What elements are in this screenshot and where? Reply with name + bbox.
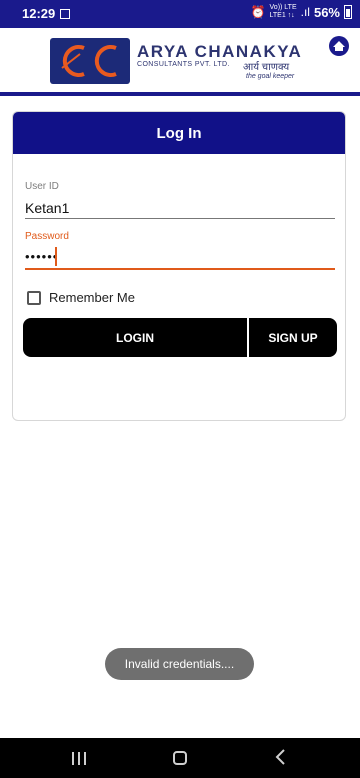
error-toast: Invalid credentials.... bbox=[105, 648, 254, 680]
recents-icon[interactable] bbox=[72, 752, 86, 765]
network-indicator: Vo)) LTE LTE1 ↑↓ bbox=[270, 4, 297, 20]
login-card-title: Log In bbox=[13, 112, 345, 154]
user-id-underline bbox=[25, 218, 335, 219]
back-icon[interactable] bbox=[274, 748, 288, 766]
remember-me-checkbox[interactable] bbox=[27, 290, 41, 305]
brand-subtitle: CONSULTANTS PVT. LTD. bbox=[137, 61, 230, 68]
text-caret bbox=[55, 247, 57, 266]
brand-hindi: आर्य चाणक्य bbox=[243, 62, 290, 73]
battery-percent: 56% bbox=[313, 4, 340, 20]
login-button[interactable]: LOGIN bbox=[23, 318, 247, 357]
battery-icon bbox=[344, 5, 352, 19]
user-id-label: User ID bbox=[25, 181, 59, 192]
home-nav-icon[interactable] bbox=[173, 751, 187, 765]
home-icon[interactable] bbox=[328, 36, 350, 56]
status-bar: 12:29 ⏰ Vo)) LTE LTE1 ↑↓ .ıl 56% bbox=[0, 0, 360, 28]
image-icon bbox=[60, 9, 70, 19]
remember-me[interactable]: Remember Me bbox=[27, 290, 135, 305]
status-time: 12:29 bbox=[22, 6, 56, 21]
brand-tagline: the goal keeper bbox=[246, 73, 295, 80]
signal-icon: .ıl bbox=[300, 5, 310, 19]
header-divider bbox=[0, 92, 360, 96]
remember-me-label: Remember Me bbox=[49, 290, 135, 305]
signup-button[interactable]: SIGN UP bbox=[249, 318, 337, 357]
alarm-icon: ⏰ bbox=[250, 5, 266, 19]
user-id-field[interactable]: Ketan1 bbox=[25, 200, 69, 216]
network-label-bottom: LTE1 ↑↓ bbox=[269, 12, 295, 19]
status-indicators: ⏰ Vo)) LTE LTE1 ↑↓ .ıl 56% bbox=[251, 4, 352, 20]
logo-icon bbox=[50, 38, 130, 84]
password-field[interactable]: •••••• bbox=[25, 249, 58, 264]
network-label-top: Vo)) LTE bbox=[269, 4, 297, 11]
password-underline bbox=[25, 268, 335, 270]
password-label: Password bbox=[25, 231, 69, 242]
login-card: Log In bbox=[12, 111, 346, 421]
auth-button-group: LOGIN SIGN UP bbox=[23, 318, 337, 357]
